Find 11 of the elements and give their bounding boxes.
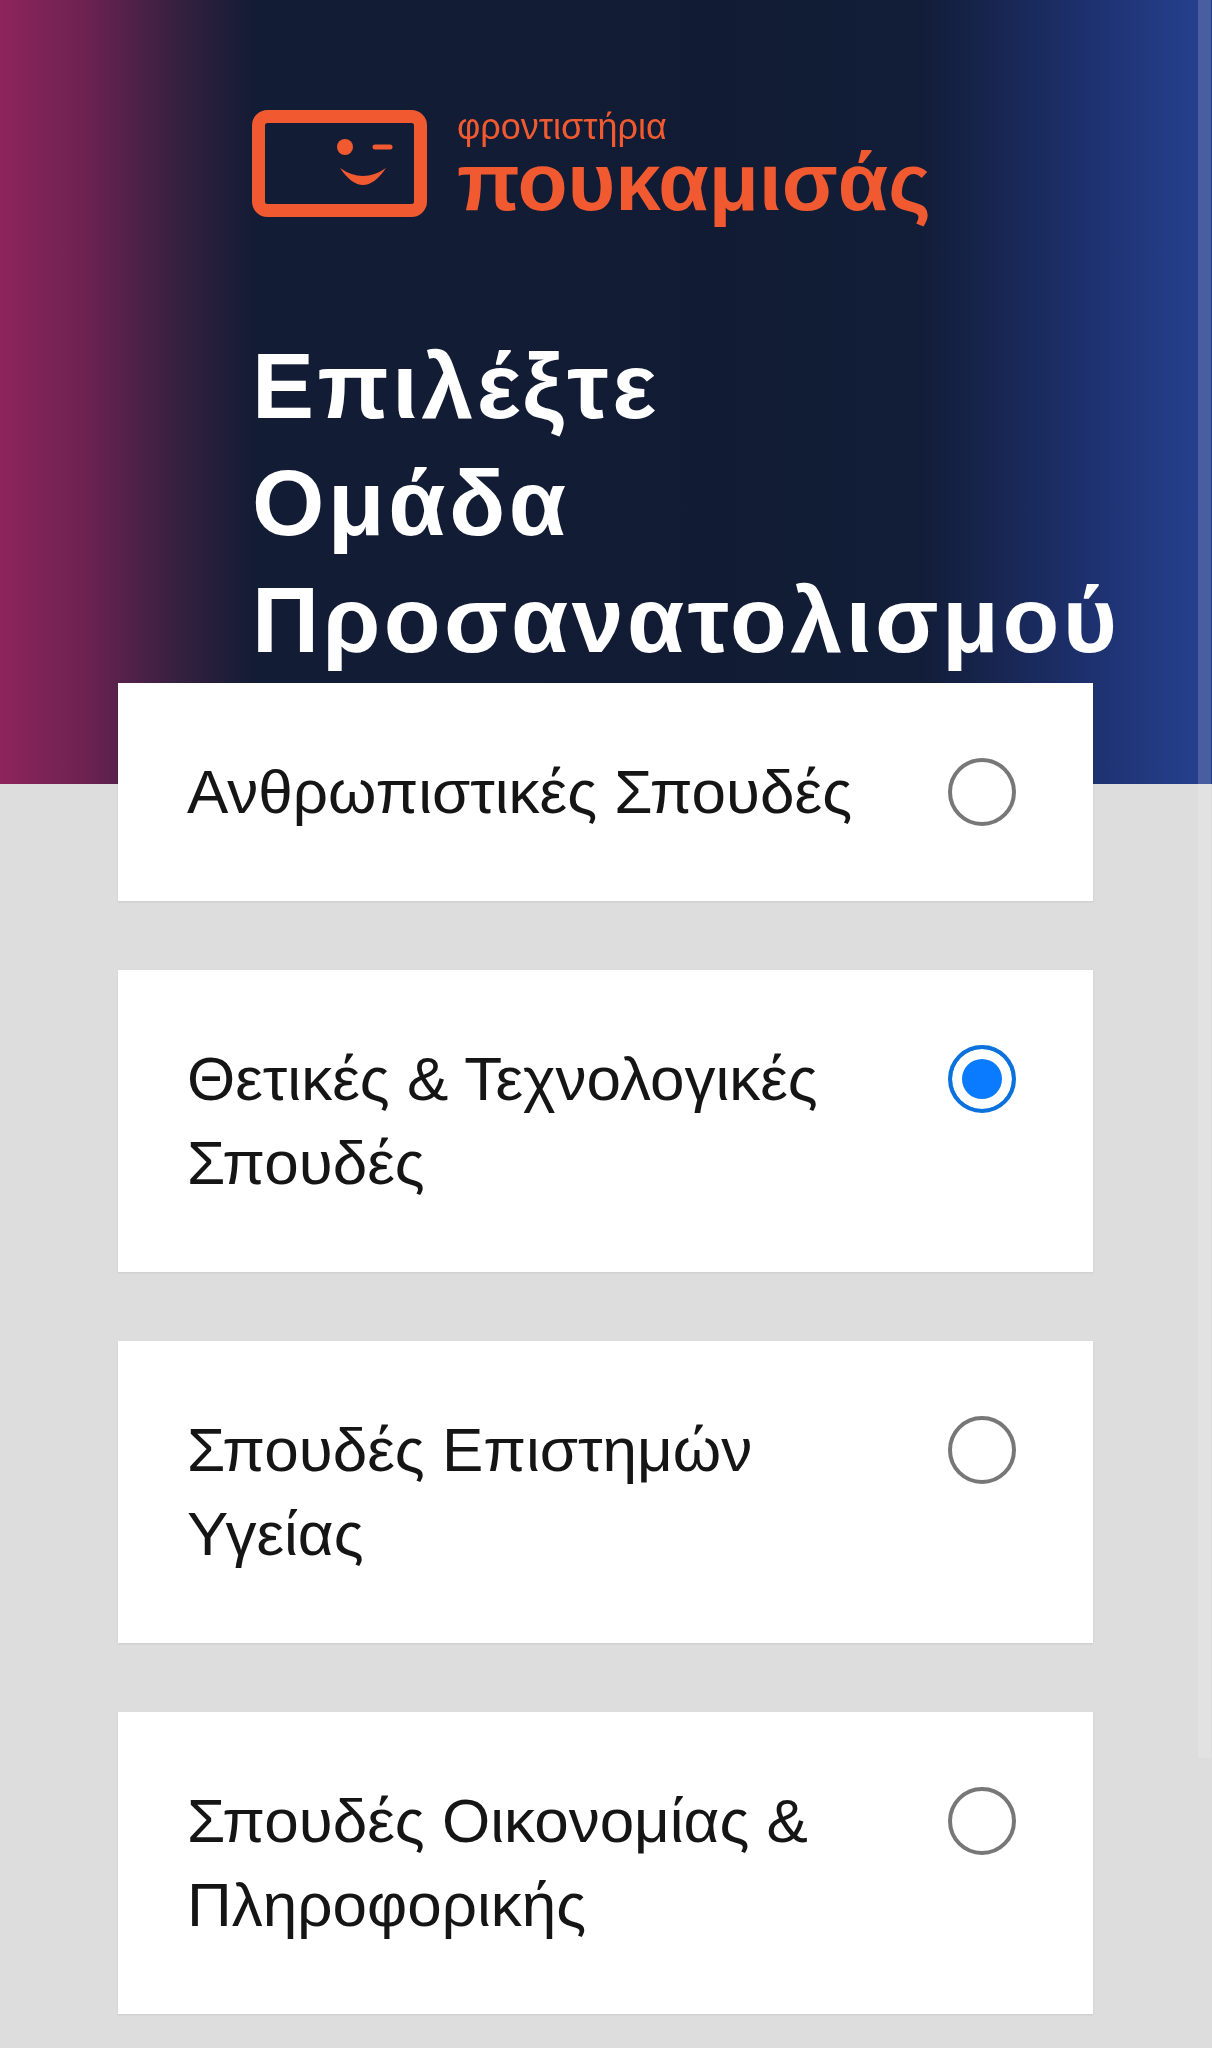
scrollbar-thumb[interactable] xyxy=(1198,0,1211,1758)
page-title: Επιλέξτε Ομάδα Προσανατολισμού xyxy=(252,333,1121,674)
option-card[interactable]: Θετικές & Τεχνολογικές Σπουδές xyxy=(118,970,1093,1272)
option-card[interactable]: Σπουδές Οικονομίας & Πληροφορικής xyxy=(118,1712,1093,2014)
option-label: Σπουδές Επιστημών Υγείας xyxy=(187,1414,754,1570)
option-label: Θετικές & Τεχνολογικές Σπουδές xyxy=(187,1043,819,1199)
winking-face-screen-icon xyxy=(252,110,427,217)
option-card[interactable]: Σπουδές Επιστημών Υγείας xyxy=(118,1341,1093,1643)
option-label: Ανθρωπιστικές Σπουδές xyxy=(187,756,854,828)
option-card[interactable]: Ανθρωπιστικές Σπουδές xyxy=(118,683,1093,901)
option-label: Σπουδές Οικονομίας & Πληροφορικής xyxy=(187,1785,809,1941)
